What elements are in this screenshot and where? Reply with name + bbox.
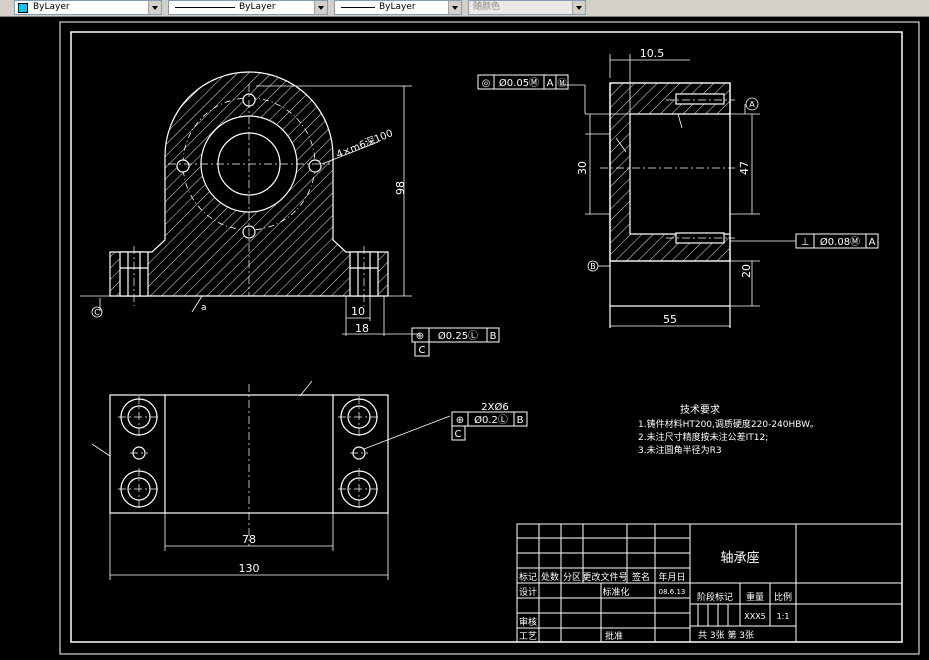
top-tolerance-datum: B	[517, 415, 524, 426]
lineweight-control-dropdown[interactable]: ByLayer	[334, 0, 462, 15]
roughness-symbol: a	[201, 303, 207, 313]
dim-47-label: 47	[738, 161, 751, 175]
side-view	[560, 54, 796, 328]
concentricity-modifier: Ⓜ	[557, 78, 566, 89]
label-design: 设计	[519, 586, 537, 598]
color-swatch-icon	[18, 3, 28, 13]
concentricity-icon: ◎	[482, 78, 491, 89]
label-stage-mark: 阶段标记	[697, 591, 733, 603]
label-standardize: 标准化	[602, 586, 629, 598]
front-tolerance-datum: B	[490, 331, 497, 342]
plotstyle-control-dropdown: 随颜色	[468, 0, 586, 15]
linetype-control-value: ByLayer	[239, 2, 276, 12]
dim-98-label: 98	[394, 181, 407, 195]
linetype-control-dropdown[interactable]: ByLayer	[168, 0, 328, 15]
color-control-dropdown[interactable]: ByLayer	[14, 0, 162, 15]
label-approve: 批准	[605, 630, 623, 642]
label-weight: 重量	[746, 591, 764, 603]
lineweight-sample-icon	[341, 7, 375, 8]
chevron-down-icon[interactable]	[148, 1, 161, 14]
front-tolerance-value: Ø0.25Ⓛ	[438, 330, 478, 342]
perpendicularity-datum: A	[869, 237, 876, 248]
dim-130-label: 130	[239, 562, 260, 575]
drawing-canvas[interactable]: 98 10 18 4×m6深100 a C ⊕ Ø0.25Ⓛ B C 10.5 …	[0, 16, 929, 660]
tech-requirements-title: 技术要求	[680, 403, 720, 416]
top-tolerance-datum-c: C	[455, 429, 462, 440]
dim-18-label: 18	[355, 322, 369, 335]
concentricity-value: Ø0.05Ⓜ	[499, 77, 539, 89]
label-process: 工艺	[519, 631, 537, 642]
sheet-count-label: 共 3张 第 3张	[698, 629, 754, 641]
plotstyle-control-value: 随颜色	[473, 2, 501, 12]
position-tolerance-icon: ⊕	[456, 415, 464, 426]
lineweight-control-value: ByLayer	[379, 2, 416, 12]
dim-55-label: 55	[663, 313, 677, 326]
header-zone: 分区	[563, 572, 581, 583]
design-date-value: 08.6.13	[659, 588, 686, 596]
properties-toolbar: ByLayer ByLayer ByLayer 随颜色	[0, 0, 929, 17]
header-count: 处数	[541, 571, 559, 583]
header-mark: 标记	[519, 571, 537, 583]
hole-callout-label: 4×m6深100	[335, 127, 395, 161]
dim-30-label: 30	[576, 161, 589, 175]
concentricity-datum: A	[547, 78, 554, 89]
tech-requirement-3: 3.未注圆角半径为R3	[638, 444, 722, 456]
dim-78-label: 78	[242, 533, 256, 546]
dim-20-label: 20	[740, 264, 753, 278]
dim-10-label: 10	[351, 305, 365, 318]
perpendicularity-icon: ⊥	[801, 237, 810, 248]
tech-requirement-1: 1.铸件材料HT200,调质硬度220-240HBW。	[638, 418, 819, 430]
datum-a-label: A	[749, 100, 755, 109]
header-doc: 更改文件号	[582, 571, 627, 583]
front-view	[80, 71, 420, 336]
part-name-title: 轴承座	[720, 551, 759, 566]
hole-count-label: 2XØ6	[481, 401, 508, 413]
label-scale: 比例	[774, 591, 792, 603]
chevron-down-icon	[572, 1, 585, 14]
tech-requirement-2: 2.未注尺寸精度按未注公差IT12;	[638, 431, 768, 443]
perpendicularity-value: Ø0.08Ⓜ	[820, 236, 860, 248]
color-control-value: ByLayer	[33, 2, 70, 12]
linetype-sample-icon	[175, 7, 235, 8]
front-tolerance-datum-c: C	[419, 345, 426, 356]
header-sign: 签名	[632, 571, 650, 583]
datum-b-label: B	[590, 262, 596, 271]
datum-c-label: C	[94, 308, 100, 317]
header-date: 年月日	[658, 571, 685, 583]
top-view	[91, 380, 451, 580]
weight-value: XXX5	[744, 612, 766, 621]
label-review: 审核	[519, 616, 537, 628]
top-tolerance-value: Ø0.2Ⓛ	[474, 414, 508, 426]
position-tolerance-icon: ⊕	[416, 331, 424, 342]
dim-10-5-label: 10.5	[640, 47, 665, 60]
chevron-down-icon[interactable]	[314, 1, 327, 14]
scale-value: 1:1	[777, 612, 790, 621]
chevron-down-icon[interactable]	[448, 1, 461, 14]
title-block	[516, 523, 903, 643]
